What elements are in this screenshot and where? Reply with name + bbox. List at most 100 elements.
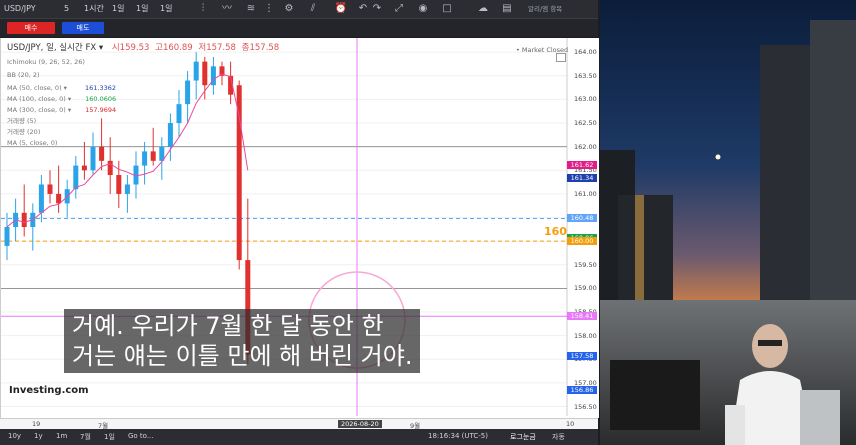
candle-body	[167, 123, 173, 147]
indicator-value: 157.9694	[85, 106, 117, 114]
price-label: 161.62	[567, 160, 597, 169]
candle-body	[116, 175, 122, 194]
camera-scene	[600, 0, 856, 445]
price-label: 160.00	[567, 237, 597, 246]
price-tick: 159.50	[574, 260, 597, 269]
indicator-value: 161.3362	[85, 84, 117, 92]
undo-icon[interactable]: ↶	[356, 2, 370, 16]
investing-watermark: Investing.com	[9, 385, 89, 396]
collapse-legend-icon[interactable]	[556, 53, 566, 62]
price-tick: 162.50	[574, 119, 597, 128]
range-1y[interactable]: 1y	[34, 432, 43, 440]
microphone-arm	[725, 405, 745, 445]
candle-body	[56, 193, 62, 204]
indicators-icon[interactable]: 〰	[220, 2, 234, 16]
moon	[715, 154, 721, 160]
legend-high: 고160.89	[155, 43, 193, 53]
streamer-camera-panel	[600, 0, 856, 445]
time-axis: 19 7월 2026-08-20 9월 10	[0, 418, 598, 430]
indicator-ichimoku[interactable]: Ichimoku (9, 26, 52, 26)	[7, 58, 85, 66]
price-tick: 159.00	[574, 284, 597, 293]
price-label: 161.34	[567, 173, 597, 182]
price-label: 158.41	[567, 312, 597, 321]
log-scale-toggle[interactable]: 로그눈금	[510, 432, 536, 442]
cloud-icon[interactable]: ☁	[476, 2, 490, 16]
goto-button[interactable]: Go to...	[128, 432, 154, 440]
indicator-bb[interactable]: BB (20, 2)	[7, 71, 40, 79]
alert-icon[interactable]: ⏰	[334, 2, 348, 16]
time-label: 10	[566, 420, 575, 428]
sell-button[interactable]: 매수	[7, 22, 55, 34]
redo-icon[interactable]: ↷	[370, 2, 384, 16]
streamer-glasses	[758, 340, 782, 346]
indicator-label: 거래량 (5)	[7, 117, 37, 125]
indicator-label: MA (100, close, 0)	[7, 95, 66, 103]
range-10y[interactable]: 10y	[8, 432, 21, 440]
indicator-volume5[interactable]: 거래량 (5)	[7, 117, 36, 125]
candle-body	[176, 104, 182, 124]
layout-label[interactable]: 알리/엠 항목	[528, 2, 562, 16]
buy-button[interactable]: 매도	[62, 22, 104, 34]
indicator-ma50[interactable]: MA (50, close, 0) ▾ 161.3362	[7, 84, 116, 92]
candle-body	[99, 146, 105, 161]
indicator-label: MA (50, close, 0)	[7, 84, 62, 92]
interval-1d-b[interactable]: 1일	[136, 2, 148, 16]
clock: 18:16:34 (UTC-5)	[428, 432, 488, 440]
indicator-label: MA (5, close, 0)	[7, 139, 58, 147]
price-tick: 163.00	[574, 95, 597, 104]
building-right-tall	[810, 20, 856, 300]
time-label: 19	[32, 420, 41, 428]
subtitle-box: 거예. 우리가 7월 한 달 동안 한 거는 얘는 이틀 만에 해 버린 거야.	[64, 309, 421, 373]
save-icon[interactable]: ▤	[500, 2, 514, 16]
indicator-ma100[interactable]: MA (100, close, 0) ▾ 160.0606	[7, 95, 116, 103]
chart-style-icon[interactable]: ≋	[244, 2, 258, 16]
legend-low: 저157.58	[198, 43, 236, 53]
price-tick: 162.00	[574, 142, 597, 151]
range-1d[interactable]: 1일	[104, 432, 115, 442]
price-tick: 161.00	[574, 189, 597, 198]
candle-body	[73, 165, 79, 190]
compare-icon[interactable]: ⫽	[306, 2, 320, 16]
indicator-label: Ichimoku (9, 26, 52, 26)	[7, 58, 85, 66]
interval-1h[interactable]: 1시간	[84, 2, 104, 16]
candle-body	[185, 80, 191, 105]
candle-body	[193, 61, 199, 81]
legend-dropdown-icon[interactable]: ▾	[99, 43, 103, 53]
indicator-label: BB (20, 2)	[7, 71, 40, 79]
candle-body	[236, 85, 242, 261]
indicator-volume20[interactable]: 거래량 (20)	[7, 128, 40, 136]
bottom-bar: 10y 1y 1m 7월 1일 Go to... 18:16:34 (UTC-5…	[0, 429, 598, 445]
interval-number[interactable]: 5	[64, 2, 69, 16]
legend-close: 종157.58	[241, 43, 280, 53]
candle-body	[202, 61, 208, 86]
indicator-value: 160.0606	[85, 95, 117, 103]
indicator-label: 거래량 (20)	[7, 128, 41, 136]
interval-1d-c[interactable]: 1일	[160, 2, 172, 16]
candle-body	[142, 151, 148, 166]
chart-legend-title: USD/JPY, 일, 실시간 FX ▾ 시159.53 고160.89 저15…	[7, 43, 280, 53]
draw-icon[interactable]: ⋮	[262, 2, 276, 16]
legend-open: 시159.53	[111, 43, 150, 53]
symbol-label[interactable]: USD/JPY	[4, 2, 36, 16]
indicator-ma5[interactable]: MA (5, close, 0)	[7, 139, 57, 147]
template-icon[interactable]: □	[440, 2, 454, 16]
candle-type-icon[interactable]: ⫶	[196, 2, 210, 16]
range-1m[interactable]: 1m	[56, 432, 67, 440]
price-tick: 163.50	[574, 71, 597, 80]
settings-icon[interactable]: ⚙	[282, 2, 296, 16]
fullscreen-icon[interactable]: ⤢	[392, 2, 406, 16]
range-july[interactable]: 7월	[80, 432, 91, 442]
candle-body	[38, 184, 44, 213]
interval-1d-a[interactable]: 1일	[112, 2, 124, 16]
price-tick: 158.00	[574, 331, 597, 340]
camera-icon[interactable]: ◉	[416, 2, 430, 16]
indicator-ma300[interactable]: MA (300, close, 0) ▾ 157.9694	[7, 106, 116, 114]
subtitle-line-1: 거예. 우리가 7월 한 달 동안 한	[72, 312, 384, 340]
price-label: 160.48	[567, 214, 597, 223]
auto-scale-toggle[interactable]: 자동	[552, 432, 565, 442]
price-label: 157.58	[567, 351, 597, 360]
candle-body	[47, 184, 53, 194]
mic-stand	[800, 390, 840, 445]
trade-bar: 매수 매도	[0, 19, 598, 37]
indicator-label: MA (300, close, 0)	[7, 106, 66, 114]
